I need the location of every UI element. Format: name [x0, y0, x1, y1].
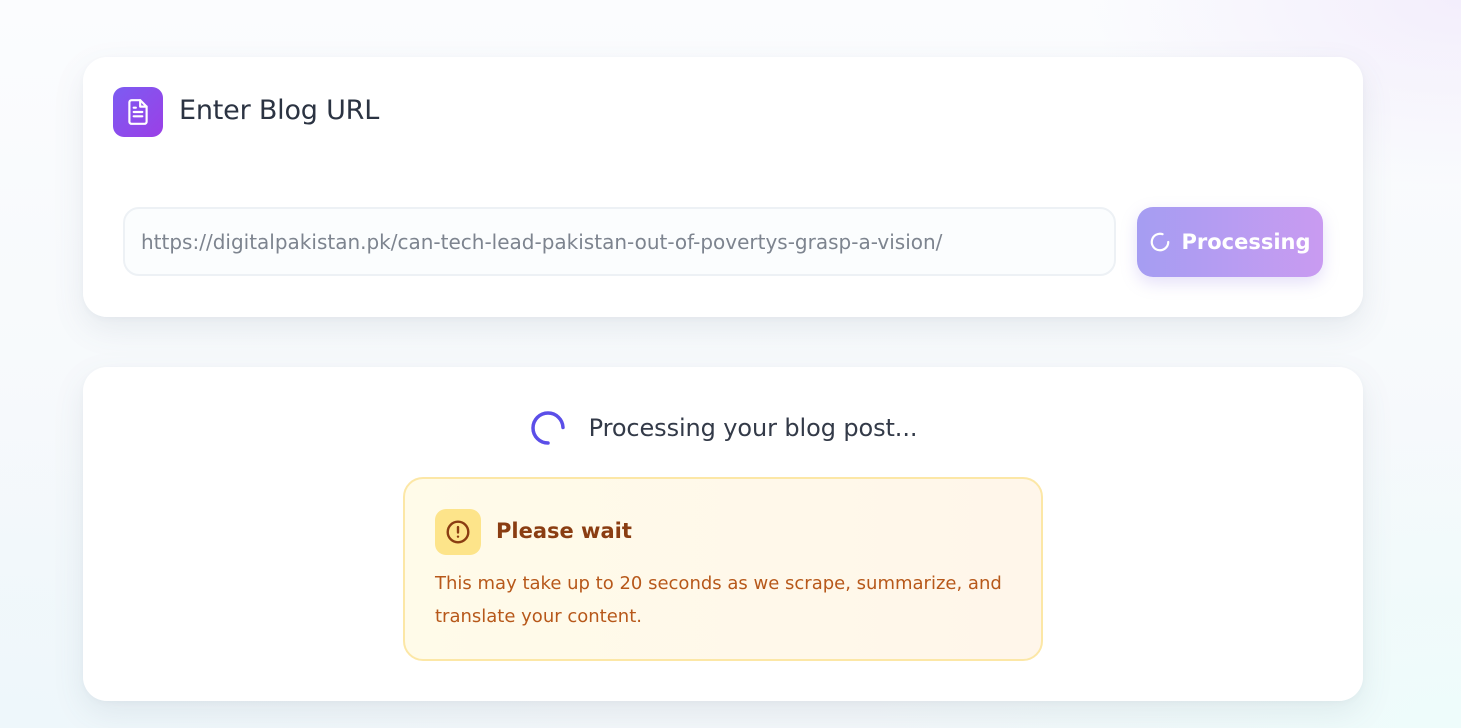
- please-wait-notice: Please wait This may take up to 20 secon…: [403, 477, 1043, 661]
- spinner-icon: [529, 409, 567, 447]
- processing-button[interactable]: Processing: [1137, 207, 1323, 277]
- blog-url-input[interactable]: [123, 207, 1116, 276]
- document-icon: [113, 87, 163, 137]
- status-card: Processing your blog post... Please wait…: [83, 367, 1363, 701]
- notice-message: This may take up to 20 seconds as we scr…: [435, 573, 1002, 627]
- spinner-icon: [1149, 231, 1171, 253]
- status-row: Processing your blog post...: [83, 409, 1363, 447]
- alert-circle-icon: [435, 509, 481, 555]
- notice-title: Please wait: [496, 519, 632, 543]
- processing-button-label: Processing: [1181, 230, 1311, 254]
- card-title: Enter Blog URL: [179, 95, 380, 126]
- url-input-card: Enter Blog URL Processing: [83, 57, 1363, 317]
- status-text: Processing your blog post...: [588, 414, 918, 442]
